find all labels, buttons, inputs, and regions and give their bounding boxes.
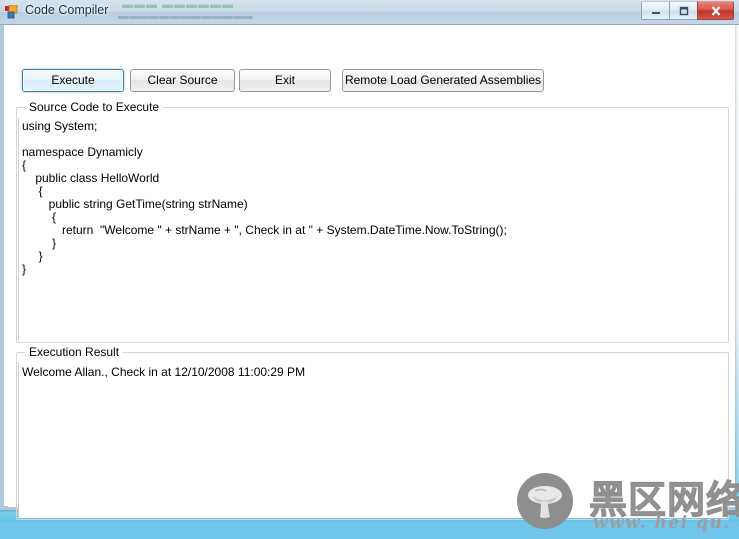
maximize-button[interactable] bbox=[669, 1, 697, 20]
source-code-lines: using System; namespace Dynamicly{ publi… bbox=[19, 120, 726, 276]
minimize-icon bbox=[642, 2, 669, 19]
source-code-line: public string GetTime(string strName) bbox=[22, 197, 248, 211]
source-code-line: } bbox=[22, 249, 43, 263]
visual-studio-project-icon bbox=[5, 5, 18, 19]
source-code-groupbox-label: Source Code to Execute bbox=[25, 100, 164, 114]
execute-button[interactable]: Execute bbox=[22, 69, 124, 92]
source-code-line: using System; bbox=[22, 119, 98, 133]
application-window: Execute Clear Source Exit Remote Load Ge… bbox=[0, 0, 739, 533]
source-code-line: public class HelloWorld bbox=[22, 171, 160, 185]
source-code-line: } bbox=[22, 236, 57, 250]
window-title-text: Code Compiler bbox=[25, 3, 109, 17]
execution-result-line: Welcome Allan., Check in at 12/10/2008 1… bbox=[22, 365, 306, 379]
glass-ghost-text-bottom: ▬▬▬▬▬▬▬▬▬▬▬▬▬ bbox=[118, 11, 254, 22]
source-code-textbox[interactable]: using System; namespace Dynamicly{ publi… bbox=[18, 117, 727, 341]
exit-button[interactable]: Exit bbox=[239, 69, 331, 92]
close-icon bbox=[698, 2, 733, 19]
window-client-area: Execute Clear Source Exit Remote Load Ge… bbox=[8, 24, 739, 533]
source-code-line: } bbox=[22, 262, 27, 276]
close-button[interactable] bbox=[697, 1, 734, 20]
source-code-line: namespace Dynamicly bbox=[22, 145, 143, 159]
remote-load-generated-assemblies-button[interactable]: Remote Load Generated Assemblies bbox=[342, 69, 544, 92]
glass-ghost-text-top: ▬▬▬ ▬▬▬▬▬▬ bbox=[122, 0, 235, 11]
maximize-icon bbox=[670, 2, 697, 19]
window-title-bar[interactable]: ▬▬▬ ▬▬▬▬▬▬ ▬▬▬▬▬▬▬▬▬▬▬▬▬ Code Compiler bbox=[0, 0, 739, 25]
execution-result-lines: Welcome Allan., Check in at 12/10/2008 1… bbox=[19, 365, 726, 379]
source-code-line: return "Welcome " + strName + ", Check i… bbox=[22, 223, 507, 237]
minimize-button[interactable] bbox=[641, 1, 669, 20]
execution-result-groupbox-label: Execution Result bbox=[25, 345, 124, 359]
clear-source-button[interactable]: Clear Source bbox=[130, 69, 235, 92]
execution-result-textbox[interactable]: Welcome Allan., Check in at 12/10/2008 1… bbox=[18, 362, 727, 518]
